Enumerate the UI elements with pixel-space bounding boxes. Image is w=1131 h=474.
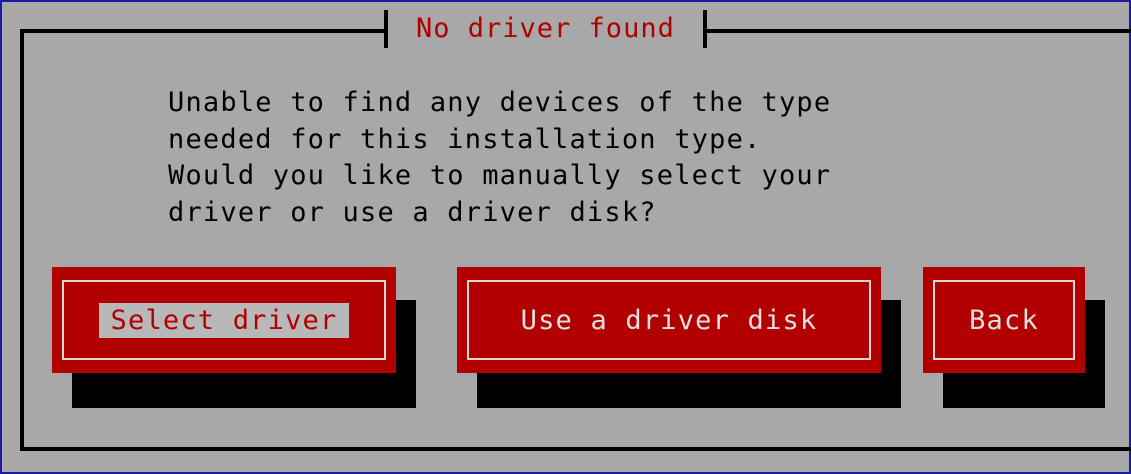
select-driver-button-border: Select driver [62, 280, 386, 360]
title-right-bracket [702, 10, 707, 48]
use-driver-disk-button[interactable]: Use a driver disk [457, 267, 881, 373]
back-button-border: Back [933, 280, 1075, 360]
message-line: Would you like to manually select your [168, 160, 832, 191]
text-mode-screen: No driver found Unable to find any devic… [0, 0, 1131, 474]
select-driver-button[interactable]: Select driver [52, 267, 396, 373]
dialog-title-bar: No driver found [384, 10, 707, 48]
use-driver-disk-label: Use a driver disk [520, 304, 818, 336]
back-label: Back [969, 304, 1039, 336]
use-driver-disk-button-border: Use a driver disk [467, 280, 871, 360]
back-button[interactable]: Back [923, 267, 1085, 373]
dialog-message: Unable to find any devices of the type n… [168, 85, 831, 231]
dialog-title: No driver found [416, 13, 675, 44]
message-line: Unable to find any devices of the type [168, 87, 832, 118]
message-line: needed for this installation type. [168, 123, 762, 155]
message-line: driver or use a driver disk? [168, 196, 657, 228]
select-driver-label: Select driver [98, 302, 350, 338]
